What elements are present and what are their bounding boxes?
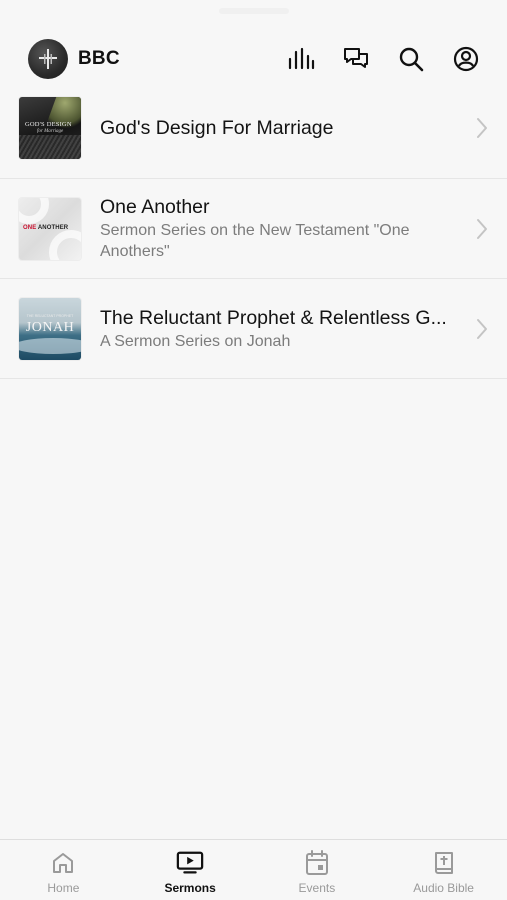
audio-bars-icon[interactable]: [286, 44, 316, 74]
brand-name: BBC: [78, 48, 120, 69]
series-meta: The Reluctant Prophet & Relentless G... …: [100, 306, 460, 352]
brand[interactable]: BBC: [28, 39, 120, 79]
thumbnail-title: GOD'S DESIGN: [25, 121, 72, 128]
series-subtitle: A Sermon Series on Jonah: [100, 332, 291, 350]
tab-label: Home: [47, 881, 80, 895]
series-thumbnail: GOD'S DESIGN for Marriage: [19, 97, 81, 159]
tab-label: Audio Bible: [413, 881, 474, 895]
series-subtitle: Sermon Series on the New Testament "One …: [100, 222, 410, 260]
series-title: God's Design For Marriage: [100, 117, 334, 139]
chevron-right-icon: [477, 318, 487, 339]
search-icon[interactable]: [396, 44, 426, 74]
sermon-series-item[interactable]: THE RELUCTANT PROPHET JONAH The Reluctan…: [0, 279, 507, 379]
header-actions: [286, 44, 481, 74]
tab-audio-bible[interactable]: Audio Bible: [380, 840, 507, 900]
series-thumbnail: ONE ANOTHER: [19, 197, 81, 260]
thumbnail-title: JONAH: [25, 319, 75, 335]
sermon-series-item[interactable]: ONE ANOTHER One Another Sermon Series on…: [0, 179, 507, 279]
series-title: The Reluctant Prophet & Relentless G...: [100, 306, 447, 329]
sermon-series-list: GOD'S DESIGN for Marriage God's Design F…: [0, 78, 507, 379]
series-meta: One Another Sermon Series on the New Tes…: [100, 195, 460, 262]
sermon-series-item[interactable]: GOD'S DESIGN for Marriage God's Design F…: [0, 78, 507, 179]
logo-cross-icon: [28, 39, 68, 79]
tab-home[interactable]: Home: [0, 840, 127, 900]
tab-label: Events: [298, 881, 336, 895]
bible-icon: [430, 849, 458, 877]
series-thumbnail: THE RELUCTANT PROPHET JONAH: [19, 297, 81, 360]
chevron-right-icon: [477, 218, 487, 239]
thumbnail-subtitle: for Marriage: [37, 129, 64, 134]
home-icon: [49, 849, 77, 877]
tab-label: Sermons: [164, 881, 216, 895]
thumbnail-small-text: THE RELUCTANT PROPHET: [26, 313, 74, 318]
series-title: One Another: [100, 196, 210, 218]
play-screen-icon: [176, 849, 204, 877]
profile-icon[interactable]: [451, 44, 481, 74]
tab-sermons[interactable]: Sermons: [127, 840, 254, 900]
series-meta: God's Design For Marriage: [100, 116, 460, 140]
thumbnail-title: ONE ANOTHER: [23, 224, 69, 231]
chat-icon[interactable]: [341, 44, 371, 74]
calendar-icon: [303, 849, 331, 877]
chevron-right-icon: [477, 118, 487, 138]
bottom-tab-bar: Home Sermons Events Audio Bible: [0, 839, 507, 900]
tab-events[interactable]: Events: [254, 840, 381, 900]
